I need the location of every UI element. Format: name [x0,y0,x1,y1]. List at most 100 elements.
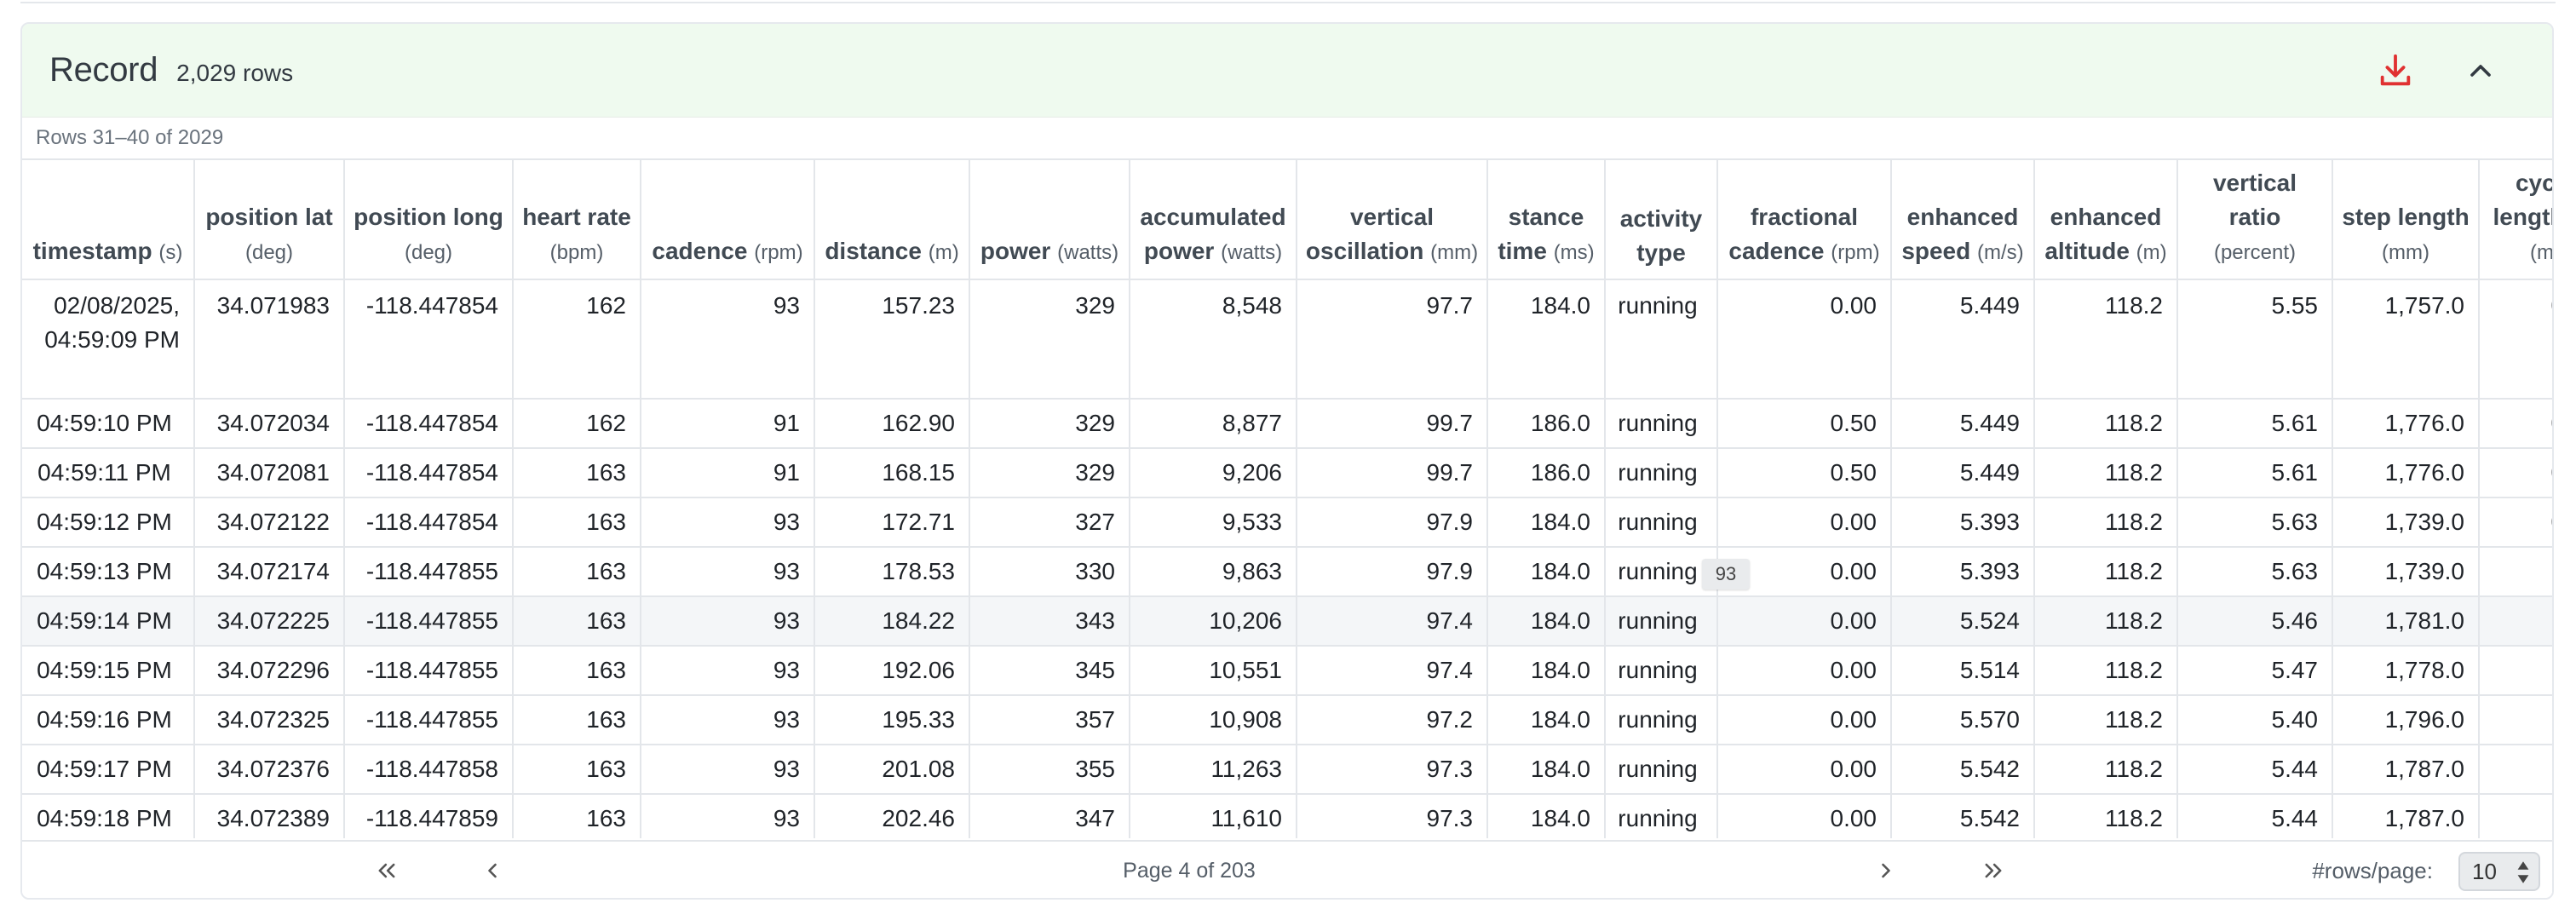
rows-per-page-label: #rows/page: [2312,857,2433,883]
table-cell: 345 [969,646,1130,696]
table-cell: 97.7 [1297,279,1488,400]
table-cell: 0.00 [1717,279,1892,400]
column-header-unit: (m) [928,241,959,264]
column-header[interactable]: activity type [1605,160,1718,280]
table-cell: 5.47 [2177,646,2333,696]
column-header-name: vertical oscillation [1305,204,1435,264]
table-row[interactable]: 04:59:12 PM 34.072122 -118.447854 163 93 172.… [22,498,2552,548]
table-cell: 93 [641,794,815,838]
download-button[interactable] [2373,49,2418,93]
table-cell: 97.2 [1297,695,1488,745]
column-header-name: position long [354,204,503,230]
table-cell: 118.2 [2034,279,2178,400]
table-cell: 1,796.0 [2332,695,2480,745]
table-container: timestamp (s) position lat (deg) position … [22,160,2552,838]
table-cell: 9,533 [1130,498,1297,548]
table-cell: 02/08/2025, 04:59:09 PM [22,279,195,400]
table-cell: 118.2 [2034,596,2178,647]
table-cell: 93 [641,596,815,647]
pagination-bar: Page 4 of 203 #rows/page: 10 [22,840,2552,898]
table-cell: 97.3 [1297,794,1488,838]
column-header[interactable]: timestamp (s) [22,160,195,280]
column-header[interactable]: distance (m) [814,160,970,280]
table-cell: 118.2 [2034,498,2178,548]
table-cell: 8,548 [1130,279,1297,400]
table-cell: 178.53 [814,547,970,597]
table-cell: 0.00 [1717,596,1892,647]
column-header[interactable]: cycle length 16 (m) [2479,160,2552,280]
table-cell: 8,877 [1130,399,1297,449]
record-table: timestamp (s) position lat (deg) position … [22,160,2552,838]
table-cell: 118.2 [2034,745,2178,795]
first-page-button[interactable] [353,842,421,898]
table-cell: running [1605,547,1718,597]
page-indicator: Page 4 of 203 [1123,858,1256,883]
table-cell: 184.0 [1487,646,1606,696]
column-header[interactable]: step length (mm) [2332,160,2480,280]
download-icon [2380,54,2411,85]
table-cell: 34.072174 [194,547,345,597]
column-header[interactable]: cadence (rpm) [641,160,815,280]
column-header[interactable]: stance time (ms) [1487,160,1606,280]
cell-tooltip: 93 [1702,559,1750,590]
column-header[interactable]: vertical ratio (percent) [2177,160,2333,280]
table-cell: 5.61 [2177,399,2333,449]
collapse-button[interactable] [2458,49,2503,93]
table-cell: 5.63 [2177,547,2333,597]
table-cell: 5.55 [2177,279,2333,400]
chevron-left-icon [488,863,497,878]
table-row[interactable]: 04:59:10 PM 34.072034 -118.447854 162 91 162.… [22,399,2552,449]
column-header[interactable]: position lat (deg) [194,160,345,280]
column-header[interactable]: enhanced speed (m/s) [1891,160,2035,280]
prev-page-button[interactable] [458,842,526,898]
table-cell: 184.0 [1487,745,1606,795]
table-cell: 97.9 [1297,547,1488,597]
column-header[interactable]: accumulated power (watts) [1130,160,1297,280]
column-header-name: power [980,238,1051,264]
next-page-button[interactable] [1852,842,1920,898]
table-cell: 5.524 [1891,596,2035,647]
column-header-unit: (watts) [1221,241,1283,264]
table-cell: 357 [969,695,1130,745]
table-row[interactable]: 04:59:18 PM 34.072389 -118.447859 163 93 202.… [22,794,2552,838]
table-cell: 202.46 [814,794,970,838]
table-row[interactable]: 04:59:13 PM 34.072174 -118.447855 163 93 178.… [22,547,2552,597]
table-cell: 9,863 [1130,547,1297,597]
table-cell: 5.44 [2177,745,2333,795]
table-row[interactable]: 04:59:15 PM 34.072296 -118.447855 163 93 192.… [22,646,2552,696]
table-row[interactable]: 04:59:17 PM 34.072376 -118.447858 163 93 201.… [22,745,2552,795]
table-cell: 118.2 [2034,547,2178,597]
table-cell: 04:59:10 PM [22,399,195,449]
rows-per-page-value: 10 [2472,858,2497,884]
table-cell: 10,908 [1130,695,1297,745]
last-page-button[interactable] [1959,842,2027,898]
table-cell: 34.072081 [194,448,345,498]
table-cell: -118.447855 [344,695,514,745]
column-header-name: distance [825,238,922,264]
table-cell: 163 [513,448,641,498]
table-cell: 1.00 [2479,745,2552,795]
table-cell: 9,206 [1130,448,1297,498]
table-row[interactable]: 04:59:11 PM 34.072081 -118.447854 163 91 168.… [22,448,2552,498]
column-header[interactable]: fractional cadence (rpm) [1717,160,1892,280]
table-cell: 34.072389 [194,794,345,838]
column-header[interactable]: vertical oscillation (mm) [1297,160,1488,280]
column-header[interactable]: power (watts) [969,160,1130,280]
column-header-unit: (watts) [1057,241,1119,264]
table-row[interactable]: 04:59:16 PM 34.072325 -118.447855 163 93 195.… [22,695,2552,745]
table-row[interactable]: 04:59:14 PM 34.072225 -118.447855 163 93 184.… [22,596,2552,647]
table-row[interactable]: 02/08/2025, 04:59:09 PM 34.071983 -118.447… [22,279,2552,400]
column-header-unit: (rpm) [1831,241,1880,264]
column-header[interactable]: enhanced altitude (m) [2034,160,2178,280]
table-cell: 186.0 [1487,399,1606,449]
table-cell: 34.072122 [194,498,345,548]
table-cell: 5.61 [2177,448,2333,498]
rows-per-page-select[interactable]: 10 [2458,852,2540,891]
column-header[interactable]: position long (deg) [344,160,514,280]
table-cell: 163 [513,794,641,838]
table-cell: 5.542 [1891,794,2035,838]
table-cell: running [1605,279,1718,400]
table-cell: 10,206 [1130,596,1297,647]
column-header[interactable]: heart rate (bpm) [513,160,641,280]
table-cell: 184.0 [1487,279,1606,400]
